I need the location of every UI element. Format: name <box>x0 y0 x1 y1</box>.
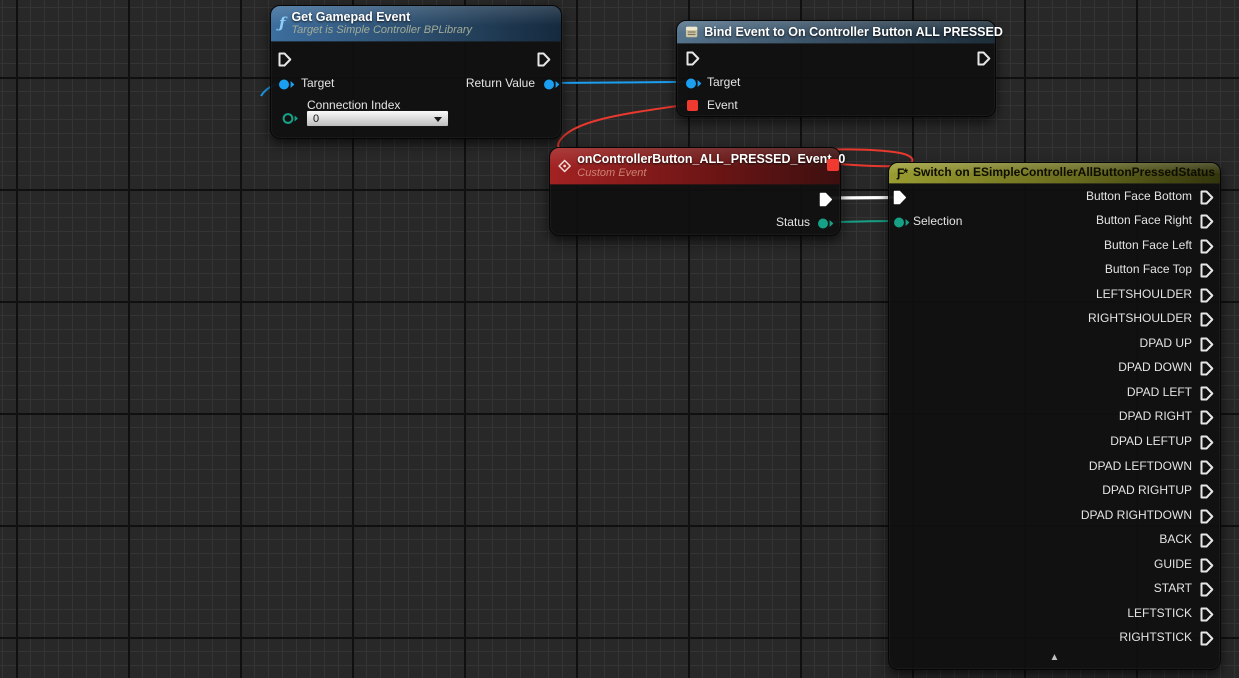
node-header[interactable]: ƒ Get Gamepad Event Target is Simple Con… <box>271 6 561 42</box>
exec-in-pin[interactable] <box>686 51 700 66</box>
exec-out-pin[interactable] <box>1200 460 1214 475</box>
switch-output-row: Button Face Right <box>889 214 1220 229</box>
switch-output-row: DPAD UP <box>889 337 1220 352</box>
delegate-out-pin[interactable] <box>827 159 839 171</box>
exec-out-pin[interactable] <box>819 192 833 207</box>
switch-icon: Ƒ* <box>897 167 907 179</box>
switch-output-label: DPAD LEFT <box>1127 385 1192 400</box>
exec-out-pin[interactable] <box>1200 361 1214 376</box>
exec-out-pin[interactable] <box>537 52 551 67</box>
switch-output-label: DPAD DOWN <box>1118 360 1192 375</box>
switch-output-row: RIGHTSHOULDER <box>889 312 1220 327</box>
switch-output-row: DPAD LEFT <box>889 386 1220 401</box>
node-title: Get Gamepad Event <box>291 10 472 24</box>
exec-out-pin[interactable] <box>1200 484 1214 499</box>
target-pin[interactable] <box>685 77 702 90</box>
exec-out-pin[interactable] <box>1200 582 1214 597</box>
switch-output-row: GUIDE <box>889 558 1220 573</box>
event-pin-label: Event <box>707 98 738 113</box>
exec-out-pin[interactable] <box>1200 435 1214 450</box>
node-header[interactable]: onControllerButton_ALL_PRESSED_Event_0 C… <box>550 148 840 185</box>
event-delegate-pin[interactable] <box>687 100 698 111</box>
switch-output-row: Button Face Left <box>889 239 1220 254</box>
exec-out-pin[interactable] <box>1200 263 1214 278</box>
switch-output-label: Button Face Right <box>1096 213 1192 228</box>
exec-out-pin[interactable] <box>977 51 991 66</box>
switch-output-label: Button Face Left <box>1104 238 1192 253</box>
switch-output-row: DPAD RIGHT <box>889 410 1220 425</box>
switch-output-label: Button Face Bottom <box>1086 189 1192 204</box>
function-icon: ƒ <box>279 16 285 31</box>
wire-return-to-target[interactable] <box>548 82 691 83</box>
custom-event-icon <box>558 159 571 173</box>
switch-output-row: DPAD RIGHTDOWN <box>889 509 1220 524</box>
node-title: Bind Event to On Controller Button ALL P… <box>704 25 987 39</box>
exec-in-pin[interactable] <box>278 52 292 67</box>
dropdown-value: 0 <box>313 113 319 125</box>
switch-output-label: DPAD RIGHTUP <box>1102 483 1192 498</box>
status-pin[interactable] <box>817 217 834 230</box>
exec-out-pin[interactable] <box>1200 312 1214 327</box>
exec-out-pin[interactable] <box>1200 509 1214 524</box>
switch-output-row: LEFTSTICK <box>889 607 1220 622</box>
node-subtitle: Target is Simple Controller BPLibrary <box>291 24 472 37</box>
exec-out-pin[interactable] <box>1200 214 1214 229</box>
switch-output-label: DPAD LEFTUP <box>1110 434 1192 449</box>
switch-output-label: DPAD RIGHTDOWN <box>1081 508 1192 523</box>
switch-output-row: DPAD LEFTDOWN <box>889 460 1220 475</box>
node-title: onControllerButton_ALL_PRESSED_Event_0 <box>577 152 832 166</box>
switch-output-row: RIGHTSTICK <box>889 631 1220 646</box>
exec-out-pin[interactable] <box>1200 386 1214 401</box>
switch-output-row: BACK <box>889 533 1220 548</box>
connection-index-dropdown[interactable]: 0 <box>306 110 449 127</box>
exec-out-pin[interactable] <box>1200 190 1214 205</box>
switch-output-row: DPAD LEFTUP <box>889 435 1220 450</box>
exec-out-pin[interactable] <box>1200 607 1214 622</box>
node-title: Switch on ESimpleControllerAllButtonPres… <box>913 166 1212 180</box>
switch-output-row: DPAD DOWN <box>889 361 1220 376</box>
switch-output-row: Button Face Top <box>889 263 1220 278</box>
switch-output-row: START <box>889 582 1220 597</box>
connection-index-pin[interactable] <box>282 112 299 125</box>
target-pin-label: Target <box>707 75 740 90</box>
node-custom-event[interactable]: onControllerButton_ALL_PRESSED_Event_0 C… <box>549 147 841 236</box>
node-bind-event[interactable]: Bind Event to On Controller Button ALL P… <box>676 20 996 117</box>
switch-output-label: RIGHTSTICK <box>1119 630 1192 645</box>
switch-output-row: LEFTSHOULDER <box>889 288 1220 303</box>
switch-output-label: LEFTSTICK <box>1127 606 1192 621</box>
switch-output-label: DPAD UP <box>1140 336 1192 351</box>
switch-output-label: START <box>1154 581 1192 596</box>
switch-output-label: BACK <box>1159 532 1192 547</box>
chevron-down-icon <box>434 117 442 122</box>
target-pin-label: Target <box>301 76 334 91</box>
node-switch-enum[interactable]: Ƒ* Switch on ESimpleControllerAllButtonP… <box>888 162 1221 670</box>
switch-output-label: DPAD LEFTDOWN <box>1089 459 1192 474</box>
blueprint-graph-canvas[interactable]: ƒ Get Gamepad Event Target is Simple Con… <box>0 0 1239 678</box>
switch-output-label: Button Face Top <box>1105 262 1192 277</box>
switch-output-row: DPAD RIGHTUP <box>889 484 1220 499</box>
bind-event-icon <box>685 25 698 39</box>
exec-out-pin[interactable] <box>1200 288 1214 303</box>
target-pin[interactable] <box>278 78 295 91</box>
exec-out-pin[interactable] <box>1200 558 1214 573</box>
exec-out-pin[interactable] <box>1200 631 1214 646</box>
switch-output-label: GUIDE <box>1154 557 1192 572</box>
exec-out-pin[interactable] <box>1200 410 1214 425</box>
return-value-pin-label: Return Value <box>466 76 535 91</box>
exec-out-pin[interactable] <box>1200 239 1214 254</box>
switch-output-label: LEFTSHOULDER <box>1096 287 1192 302</box>
node-header[interactable]: Ƒ* Switch on ESimpleControllerAllButtonP… <box>889 163 1220 184</box>
switch-output-row: Button Face Bottom <box>889 190 1220 205</box>
exec-out-pin[interactable] <box>1200 337 1214 352</box>
node-get-gamepad-event[interactable]: ƒ Get Gamepad Event Target is Simple Con… <box>270 5 562 139</box>
exec-out-pin[interactable] <box>1200 533 1214 548</box>
node-header[interactable]: Bind Event to On Controller Button ALL P… <box>677 21 995 44</box>
switch-output-label: DPAD RIGHT <box>1119 409 1192 424</box>
status-pin-label: Status <box>776 215 810 230</box>
collapse-arrow-icon[interactable]: ▲ <box>889 653 1220 663</box>
node-subtitle: Custom Event <box>577 167 832 180</box>
return-value-pin[interactable] <box>543 78 560 91</box>
switch-output-label: RIGHTSHOULDER <box>1088 311 1192 326</box>
